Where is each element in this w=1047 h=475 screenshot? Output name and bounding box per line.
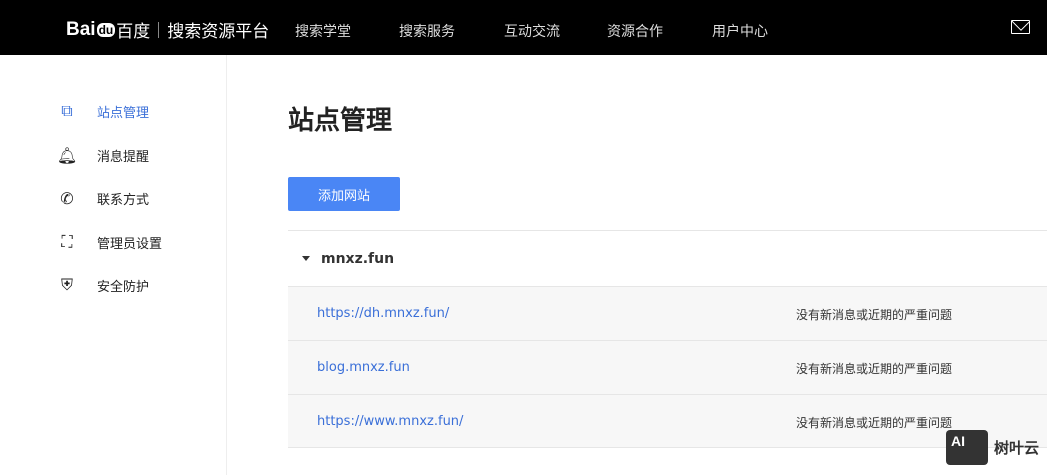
admin-icon: ⛶	[61, 232, 73, 251]
sidebar-item-label: 站点管理	[97, 105, 150, 121]
sidebar-item-messages[interactable]: 🔔︎ 消息提醒	[57, 145, 149, 165]
site-link[interactable]: blog.mnxz.fun	[317, 360, 410, 375]
site-row: https://www.mnxz.fun/没有新消息或近期的严重问题	[288, 394, 1047, 448]
nav-user-center[interactable]: 用户中心	[712, 21, 768, 41]
nav-resource-coop[interactable]: 资源合作	[607, 21, 663, 41]
watermark: AI 树叶云	[946, 430, 1039, 465]
site-row: blog.mnxz.fun 没有新消息或近期的严重问题	[288, 340, 1047, 394]
paw-icon: du	[96, 22, 116, 37]
sidebar-item-label: 消息提醒	[97, 149, 150, 165]
sidebar-item-contact[interactable]: ✆ 联系方式	[57, 188, 149, 208]
sidebar-item-label: 安全防护	[97, 279, 150, 295]
logo-latin: Bai	[66, 18, 96, 40]
sidebar-item-site-management[interactable]: ⧉ 站点管理	[57, 101, 149, 121]
site-row: https://dh.mnxz.fun/没有新消息或近期的严重问题	[288, 286, 1047, 340]
mail-icon[interactable]	[1011, 20, 1030, 34]
watermark-text: 树叶云	[994, 439, 1040, 457]
caret-down-icon	[302, 256, 310, 261]
sidebar-item-label: 管理员设置	[97, 236, 163, 252]
site-status: 没有新消息或近期的严重问题	[796, 362, 953, 376]
nav-search-school[interactable]: 搜索学堂	[295, 21, 351, 41]
add-site-button[interactable]: 添加网站	[288, 177, 400, 211]
page-title: 站点管理	[288, 106, 393, 136]
sitemap-icon: ⧉	[61, 101, 73, 120]
site-group: mnxz.fun https://dh.mnxz.fun/没有新消息或近期的严重…	[288, 230, 1047, 448]
nav-search-service[interactable]: 搜索服务	[399, 21, 455, 41]
site-link[interactable]: https://www.mnxz.fun/	[317, 414, 463, 429]
top-bar: Bai du 百度 搜索资源平台 搜索学堂 搜索服务 互动交流 资源合作 用户中…	[0, 0, 1047, 55]
platform-name: 搜索资源平台	[167, 22, 270, 42]
site-status: 没有新消息或近期的严重问题	[796, 416, 953, 430]
sidebar-item-security[interactable]: ⛨ 安全防护	[57, 275, 149, 295]
watermark-badge: AI	[946, 430, 988, 465]
sidebar-item-admin[interactable]: ⛶ 管理员设置	[57, 232, 162, 252]
nav-interaction[interactable]: 互动交流	[504, 21, 560, 41]
phone-icon: ✆	[60, 188, 74, 208]
baidu-logo[interactable]: Bai du 百度 搜索资源平台	[66, 17, 270, 43]
group-name: mnxz.fun	[321, 250, 395, 267]
sidebar: ⧉ 站点管理 🔔︎ 消息提醒 ✆ 联系方式 ⛶ 管理员设置 ⛨ 安全防护	[0, 55, 227, 475]
shield-icon: ⛨	[60, 275, 73, 294]
group-header[interactable]: mnxz.fun	[288, 231, 1047, 286]
logo-divider	[158, 21, 160, 38]
logo-cn: 百度	[116, 22, 151, 42]
site-link[interactable]: https://dh.mnxz.fun/	[317, 306, 449, 321]
sidebar-item-label: 联系方式	[97, 192, 150, 208]
bell-icon: 🔔︎	[56, 145, 78, 165]
site-status: 没有新消息或近期的严重问题	[796, 308, 953, 322]
